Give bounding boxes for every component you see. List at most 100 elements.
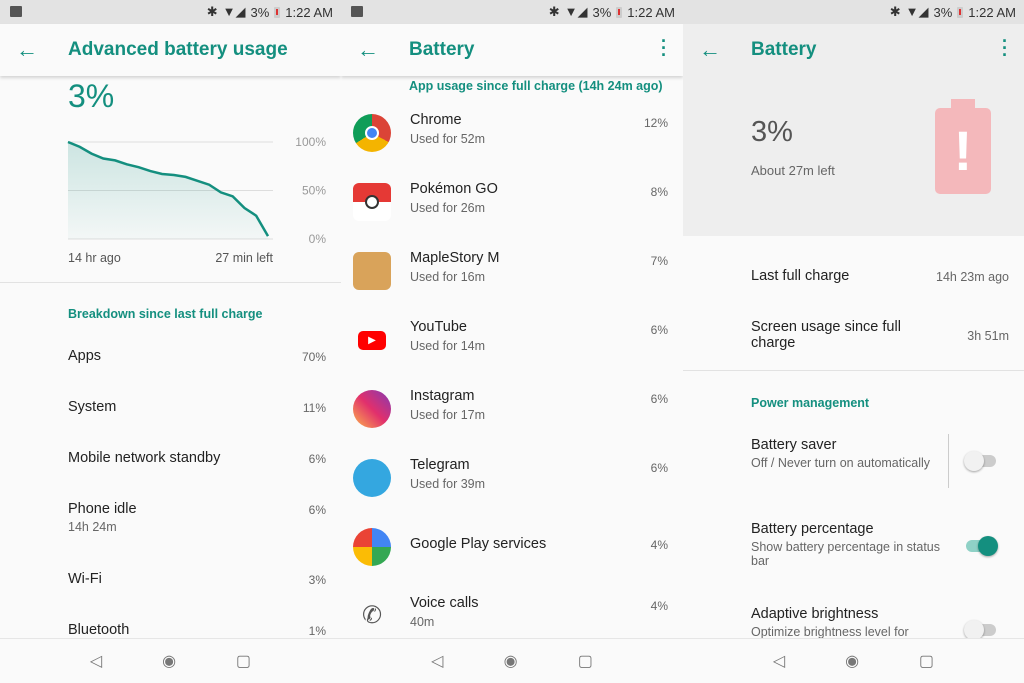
recents-nav-icon[interactable]: ▢ [919, 651, 934, 671]
battery-level: 3% [933, 4, 953, 20]
app-percentage: 8% [650, 185, 668, 199]
app-usage-item[interactable]: Google Play services 4% [341, 522, 683, 591]
battery-level-large: 3% [68, 78, 115, 114]
app-percentage: 4% [650, 599, 668, 613]
play-services-icon [353, 528, 391, 566]
item-sub: 14h 24m [68, 520, 117, 534]
signal-icon: ▼◢ [222, 4, 246, 19]
clock: 1:22 AM [968, 4, 1016, 20]
breakdown-item[interactable]: Wi-Fi 3% [68, 571, 326, 587]
app-usage-item[interactable]: Instagram Used for 17m 6% [341, 384, 683, 453]
app-usage-time: Used for 39m [410, 477, 486, 491]
battery-icon [957, 6, 964, 18]
nav-bar: ◁ ◉ ▢ [0, 638, 341, 683]
item-value: 6% [308, 452, 326, 466]
bluetooth-icon: ✱ [548, 4, 560, 19]
battery-level-large: 3% [751, 116, 793, 148]
home-nav-icon[interactable]: ◉ [504, 651, 518, 671]
back-arrow-icon[interactable]: ← [699, 37, 721, 63]
battery-percentage-row[interactable]: Battery percentage Show battery percentag… [751, 521, 944, 568]
divider [948, 434, 949, 488]
divider [0, 282, 341, 283]
section-header: App usage since full charge (14h 24m ago… [409, 79, 663, 93]
breakdown-item[interactable]: Apps 70% [68, 348, 326, 364]
x-label-start: 14 hr ago [68, 251, 121, 265]
screen-usage-value: 3h 51m [967, 329, 1009, 343]
battery-saver-toggle[interactable] [964, 451, 996, 471]
breakdown-item[interactable]: Bluetooth 1% [68, 622, 326, 638]
more-options-icon[interactable]: · · · [661, 32, 667, 64]
more-options-icon[interactable]: · · · [1002, 32, 1008, 64]
pokemon-go-icon [353, 183, 391, 221]
last-full-charge-value: 14h 23m ago [936, 270, 1009, 284]
item-value: 3% [308, 573, 326, 587]
app-usage-time: Used for 26m [410, 201, 486, 215]
adaptive-brightness-toggle[interactable] [964, 620, 996, 640]
app-usage-time: 40m [410, 615, 435, 629]
battery-screen: ✱ ▼◢ 3% 1:22 AM ← Battery · · · 3% About 27m … [683, 0, 1024, 683]
item-label: Apps [68, 348, 102, 364]
back-nav-icon[interactable]: ◁ [431, 651, 443, 671]
battery-app-usage-screen: ✱ ▼◢ 3% 1:22 AM ← Battery · · · App usage sin… [341, 0, 683, 683]
breakdown-item[interactable]: Phone idle 14h 24m 6% [68, 501, 326, 534]
instagram-icon [353, 390, 391, 428]
app-name: Voice calls [410, 595, 479, 611]
battery-level: 3% [592, 4, 612, 20]
last-full-charge-label: Last full charge [751, 268, 850, 284]
app-usage-time: Used for 14m [410, 339, 486, 353]
recents-nav-icon[interactable]: ▢ [236, 651, 251, 671]
battery-saver-row[interactable]: Battery saver Off / Never turn on automat… [751, 437, 944, 470]
telegram-icon [353, 459, 391, 497]
app-name: YouTube [410, 319, 467, 335]
battery-level: 3% [250, 4, 270, 20]
maplestory-icon [353, 252, 391, 290]
app-usage-time: Used for 16m [410, 270, 486, 284]
status-bar: ✱ ▼◢ 3% 1:22 AM [683, 0, 1024, 24]
section-header: Breakdown since last full charge [68, 307, 263, 321]
breakdown-item[interactable]: System 11% [68, 399, 326, 415]
battery-saver-label: Battery saver [751, 437, 837, 453]
page-title: Battery [409, 39, 475, 60]
adaptive-brightness-sub: Optimize brightness level for [751, 625, 909, 639]
home-nav-icon[interactable]: ◉ [162, 651, 176, 671]
chrome-icon [353, 114, 391, 152]
app-percentage: 7% [650, 254, 668, 268]
back-arrow-icon[interactable]: ← [16, 37, 38, 63]
item-value: 70% [301, 350, 326, 364]
adaptive-brightness-row[interactable]: Adaptive brightness Optimize brightness l… [751, 606, 944, 639]
time-remaining: About 27m left [751, 163, 835, 178]
page-title: Battery [751, 39, 817, 60]
y-tick-label: 50% [302, 184, 326, 198]
y-tick-label: 0% [309, 232, 327, 246]
app-usage-item[interactable]: Telegram Used for 39m 6% [341, 453, 683, 522]
item-label: Bluetooth [68, 622, 130, 638]
app-name: MapleStory M [410, 250, 500, 266]
app-usage-item[interactable]: Pokémon GO Used for 26m 8% [341, 177, 683, 246]
item-label: Mobile network standby [68, 450, 221, 466]
youtube-icon: ▶ [353, 321, 391, 359]
bluetooth-icon: ✱ [206, 4, 218, 19]
item-label: Wi-Fi [68, 571, 102, 587]
app-name: Google Play services [410, 536, 547, 552]
breakdown-item[interactable]: Mobile network standby 6% [68, 450, 326, 466]
home-nav-icon[interactable]: ◉ [845, 651, 859, 671]
back-arrow-icon[interactable]: ← [357, 37, 379, 63]
app-percentage: 6% [650, 461, 668, 475]
app-usage-time: Used for 52m [410, 132, 486, 146]
battery-percentage-toggle[interactable] [966, 536, 998, 556]
app-usage-item[interactable]: Chrome Used for 52m 12% [341, 108, 683, 177]
app-name: Pokémon GO [410, 181, 498, 197]
section-header: Power management [751, 396, 870, 410]
back-nav-icon[interactable]: ◁ [773, 651, 785, 671]
app-usage-item[interactable]: ▶ YouTube Used for 14m 6% [341, 315, 683, 384]
divider [683, 370, 1024, 371]
image-notification-icon [351, 6, 363, 17]
app-usage-item[interactable]: MapleStory M Used for 16m 7% [341, 246, 683, 315]
phone-icon: ✆ [361, 602, 383, 629]
item-value: 6% [308, 503, 326, 517]
back-nav-icon[interactable]: ◁ [90, 651, 102, 671]
recents-nav-icon[interactable]: ▢ [578, 651, 593, 671]
status-bar: ✱ ▼◢ 3% 1:22 AM [0, 0, 341, 24]
battery-icon [616, 6, 623, 18]
app-bar: ← Battery · · · [341, 24, 683, 76]
